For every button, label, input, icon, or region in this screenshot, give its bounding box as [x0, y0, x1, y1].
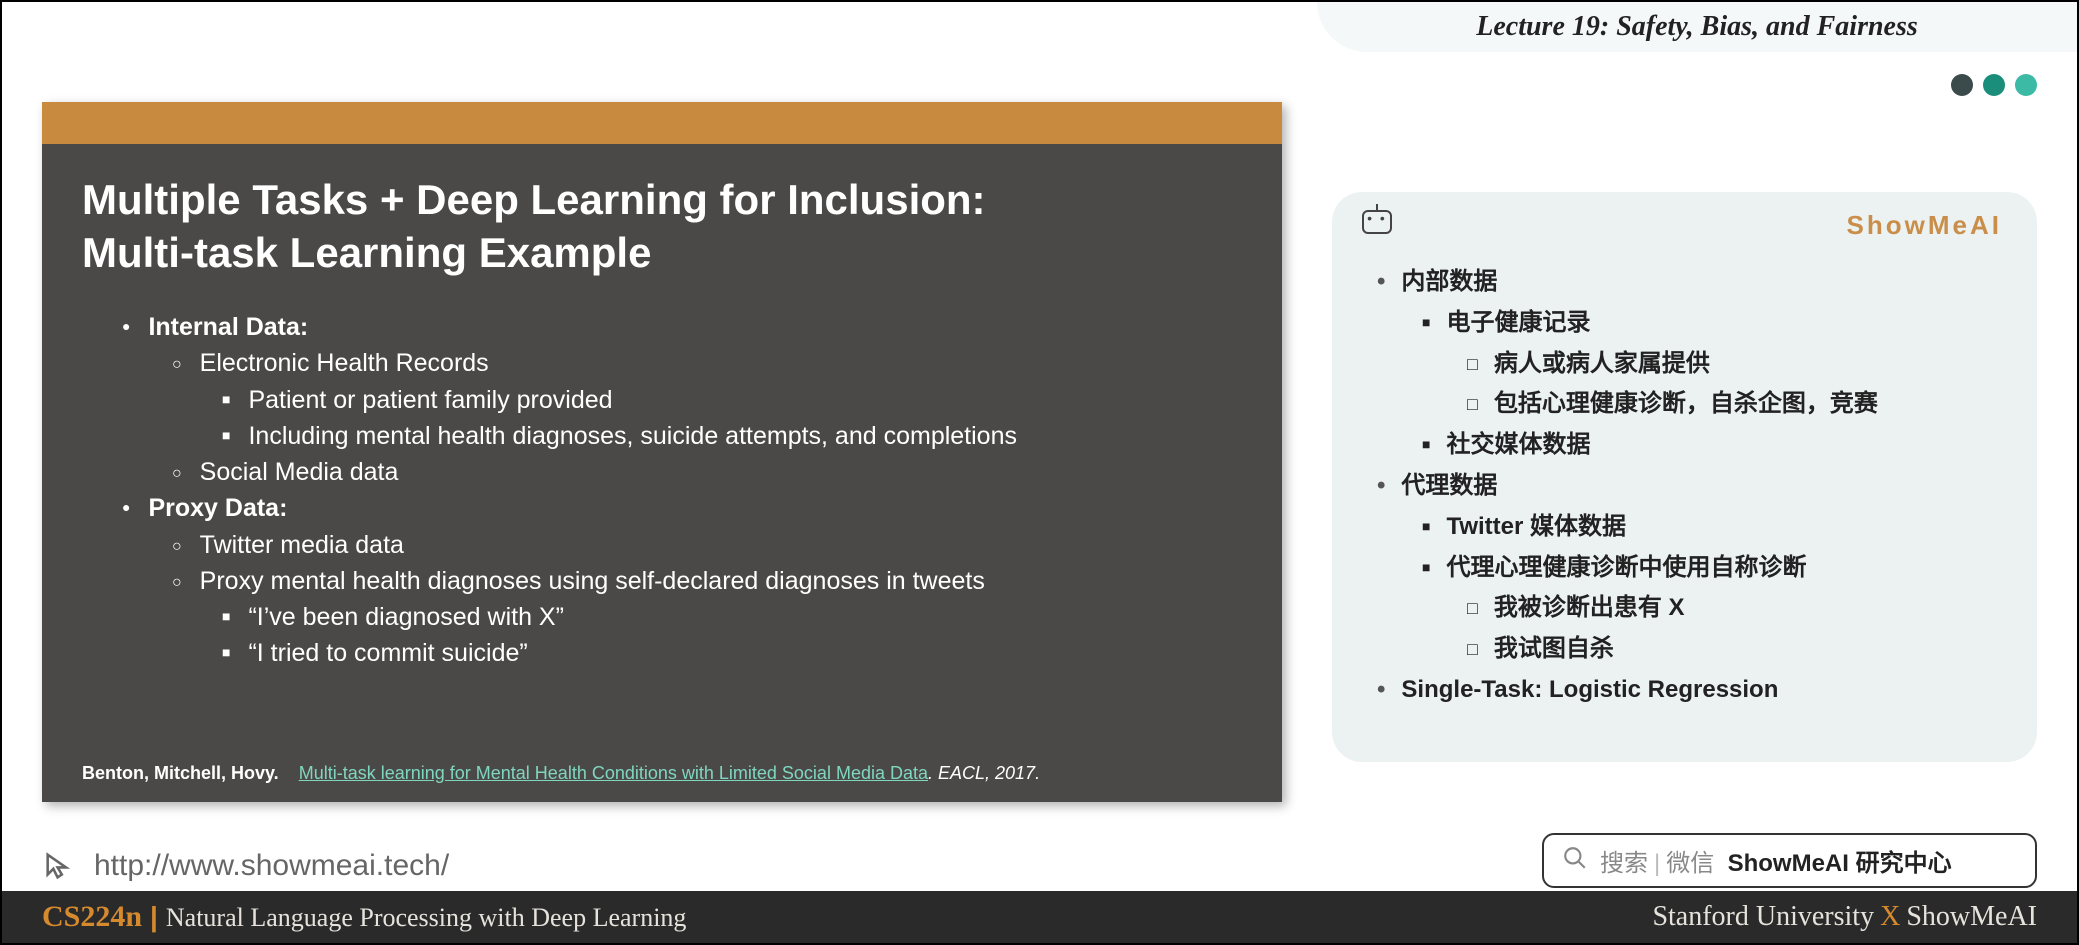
bullet-twitter: Twitter media data [82, 527, 1242, 563]
bullet-ehr-sub: Patient or patient family provided [82, 382, 1242, 418]
slide-bullets: Internal Data: Electronic Health Records… [82, 309, 1242, 672]
search-hint-2: 微信 [1666, 850, 1714, 877]
note-proxy: 代理数据 [1367, 466, 2002, 507]
bullet-proxy-data: Proxy Data: [148, 494, 287, 522]
slide-title-line: Multiple Tasks + Deep Learning for Inclu… [82, 176, 986, 223]
dot-icon [1983, 74, 2005, 96]
decorative-dots [1951, 74, 2037, 96]
url-text[interactable]: http://www.showmeai.tech/ [94, 849, 449, 883]
footer-brand: ShowMeAI [1906, 901, 2037, 932]
footer-left: CS224n | Natural Language Processing wit… [42, 900, 686, 934]
note-proxy-diag: 代理心理健康诊断中使用自称诊断 [1367, 548, 2002, 589]
slide-title: Multiple Tasks + Deep Learning for Inclu… [82, 174, 1242, 279]
note-single-task: Single-Task: Logistic Regression [1367, 670, 2002, 711]
search-bold: ShowMeAI 研究中心 [1728, 850, 1952, 877]
note-quote: 我试图自杀 [1367, 629, 2002, 670]
citation-venue: . EACL, 2017. [928, 763, 1040, 783]
slide-card: Multiple Tasks + Deep Learning for Inclu… [42, 102, 1282, 802]
dot-icon [2015, 74, 2037, 96]
note-ehr: 电子健康记录 [1367, 303, 2002, 344]
course-name: Natural Language Processing with Deep Le… [166, 903, 687, 933]
note-internal: 内部数据 [1367, 262, 2002, 303]
header-bar: Lecture 19: Safety, Bias, and Fairness [1317, 2, 2077, 52]
footer-bar: CS224n | Natural Language Processing wit… [2, 891, 2077, 943]
footer-university: Stanford University [1652, 901, 1874, 932]
slide-accent-bar [42, 102, 1282, 144]
footer-x: X [1880, 901, 1900, 932]
search-hint-1: 搜索 [1600, 850, 1648, 877]
bullet-quote: “I tried to commit suicide” [82, 635, 1242, 671]
page-root: Lecture 19: Safety, Bias, and Fairness M… [0, 0, 2079, 945]
citation-authors: Benton, Mitchell, Hovy. [82, 763, 279, 783]
bullet-social: Social Media data [82, 454, 1242, 490]
bullet-quote: “I’ve been diagnosed with X” [82, 599, 1242, 635]
robot-icon [1362, 210, 1392, 234]
slide-title-line: Multi-task Learning Example [82, 229, 651, 276]
search-icon [1562, 845, 1588, 876]
slide-citation: Benton, Mitchell, Hovy. Multi-task learn… [82, 763, 1040, 784]
bullet-proxy-diag: Proxy mental health diagnoses using self… [82, 563, 1242, 599]
dot-icon [1951, 74, 1973, 96]
slide-body: Multiple Tasks + Deep Learning for Inclu… [42, 144, 1282, 692]
cursor-icon [42, 849, 76, 883]
footer-right: Stanford UniversityXShowMeAI [1652, 901, 2037, 933]
lecture-title: Lecture 19: Safety, Bias, and Fairness [1476, 11, 1918, 43]
course-code: CS224n [42, 900, 142, 934]
note-social: 社交媒体数据 [1367, 425, 2002, 466]
footer-separator: | [150, 901, 158, 933]
note-quote: 我被诊断出患有 X [1367, 588, 2002, 629]
search-box[interactable]: 搜索|微信 ShowMeAI 研究中心 [1542, 833, 2037, 888]
bullet-internal-data: Internal Data: [148, 313, 308, 341]
notes-panel: ShowMeAI 内部数据 电子健康记录 病人或病人家属提供 包括心理健康诊断，… [1332, 192, 2037, 762]
notes-list: 内部数据 电子健康记录 病人或病人家属提供 包括心理健康诊断，自杀企图，竞赛 社… [1367, 262, 2002, 711]
bullet-ehr-sub: Including mental health diagnoses, suici… [82, 418, 1242, 454]
note-twitter: Twitter 媒体数据 [1367, 507, 2002, 548]
citation-link[interactable]: Multi-task learning for Mental Health Co… [299, 763, 928, 783]
bullet-ehr: Electronic Health Records [82, 345, 1242, 381]
url-row: http://www.showmeai.tech/ [42, 849, 449, 883]
note-ehr-sub: 包括心理健康诊断，自杀企图，竞赛 [1367, 384, 2002, 425]
note-ehr-sub: 病人或病人家属提供 [1367, 344, 2002, 385]
notes-brand: ShowMeAI [1847, 210, 2002, 241]
search-hint: 搜索|微信 ShowMeAI 研究中心 [1600, 843, 1952, 878]
